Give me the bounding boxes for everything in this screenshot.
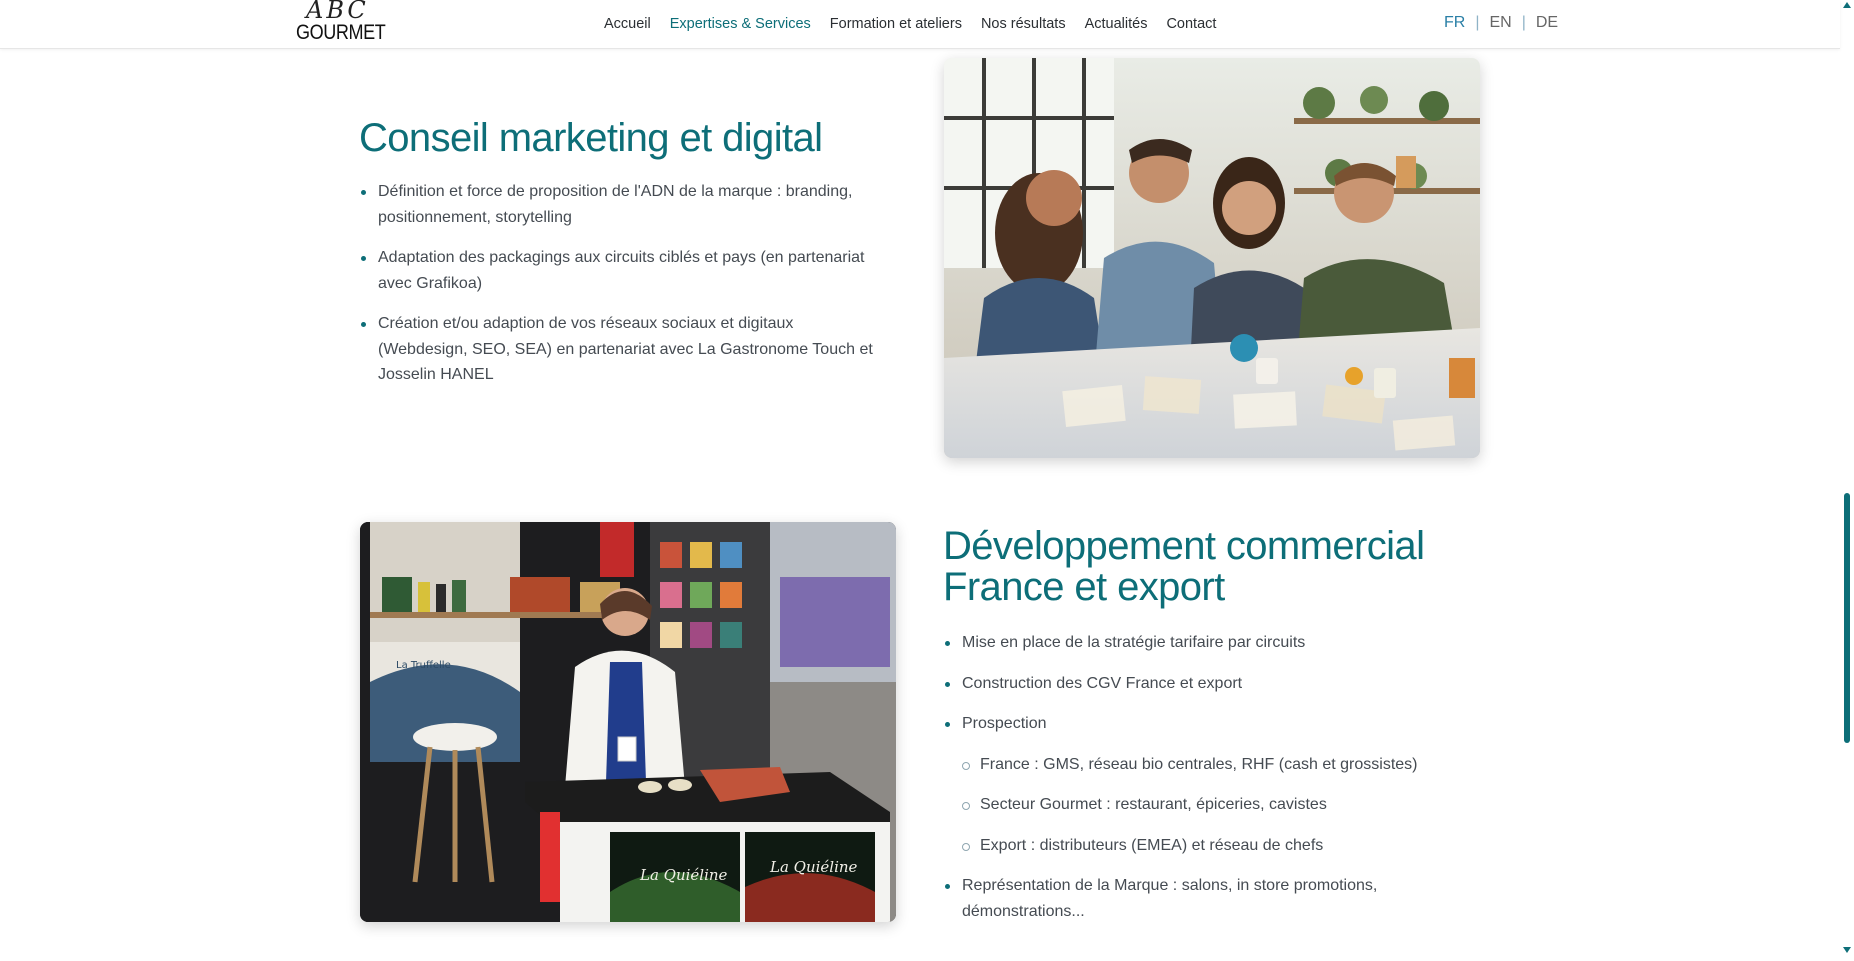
scrollbar-thumb[interactable] [1844,493,1850,743]
nav-contact[interactable]: Contact [1166,16,1216,32]
booth-sign-quieline-1: La Quiéline [639,866,728,884]
list-item: Représentation de la Marque : salons, in… [943,873,1463,924]
sub-list-item: France : GMS, réseau bio centrales, RHF … [943,752,1463,778]
booth-sign-quieline-2: La Quiéline [769,858,858,876]
commercial-title-line1: Développement commercial [943,524,1425,568]
list-item: Adaptation des packagings aux circuits c… [359,245,879,296]
booth-sign-truffelle: La Truffelle [396,660,451,671]
nav-nos-resultats[interactable]: Nos résultats [981,16,1066,32]
list-item: Création et/ou adaption de vos réseaux s… [359,311,879,388]
nav-formation-ateliers[interactable]: Formation et ateliers [830,16,962,32]
list-item: Prospection [943,711,1463,737]
scroll-up-arrow-icon[interactable] [1843,2,1851,8]
nav-actualites[interactable]: Actualités [1085,16,1148,32]
lang-separator: | [1521,14,1526,31]
commercial-section: Développement commercial France et expor… [943,526,1463,939]
marketing-title: Conseil marketing et digital [359,116,823,160]
logo-script-text: ABC [306,0,369,24]
lang-de[interactable]: DE [1536,14,1558,32]
team-workshop-photo [944,58,1480,458]
marketing-section: Conseil marketing et digital Définition … [359,118,879,403]
page-scrollbar[interactable] [1840,0,1854,961]
list-item: Construction des CGV France et export [943,671,1463,697]
trade-show-booth-photo: La Truffelle La Quiéline La Quiéline [360,522,896,922]
scroll-down-arrow-icon[interactable] [1843,947,1851,953]
logo-word-text: GOURMET [296,21,386,44]
lang-fr[interactable]: FR [1444,14,1465,32]
commercial-title: Développement commercial France et expor… [943,526,1463,608]
commercial-title-line2: France et export [943,565,1225,609]
nav-accueil[interactable]: Accueil [604,16,651,32]
commercial-list: Mise en place de la stratégie tarifaire … [943,630,1463,924]
lang-en[interactable]: EN [1489,14,1511,32]
main-nav: Accueil Expertises & Services Formation … [604,0,1235,48]
list-item: Définition et force de proposition de l'… [359,179,879,230]
lang-separator: | [1475,14,1480,31]
site-header: ABC GOURMET Accueil Expertises & Service… [0,0,1840,49]
list-item: Mise en place de la stratégie tarifaire … [943,630,1463,656]
language-switcher: FR | EN | DE [1444,0,1558,46]
nav-expertises-services[interactable]: Expertises & Services [670,16,811,32]
sub-list-item: Secteur Gourmet : restaurant, épiceries,… [943,792,1463,818]
marketing-list: Définition et force de proposition de l'… [359,179,879,388]
abc-gourmet-logo[interactable]: ABC GOURMET [296,0,386,46]
sub-list-item: Export : distributeurs (EMEA) et réseau … [943,833,1463,859]
